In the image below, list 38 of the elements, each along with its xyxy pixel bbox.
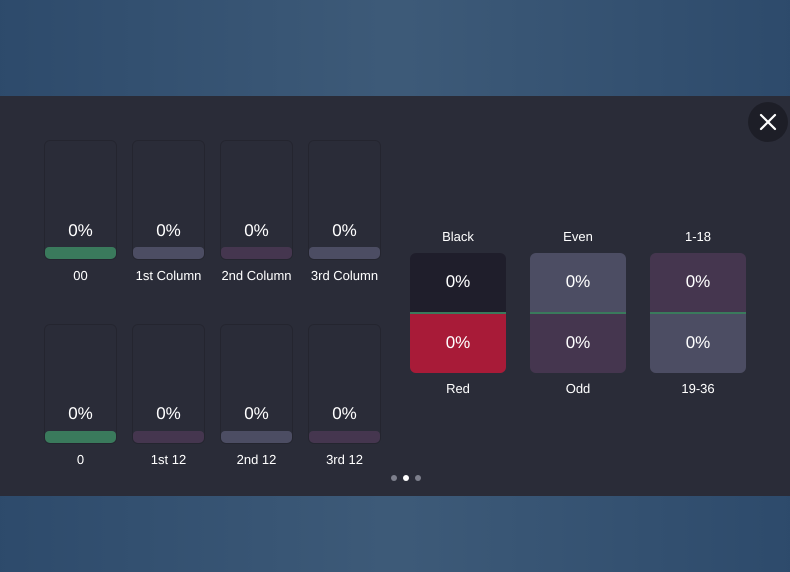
bet-label: 1st 12 [150,450,186,468]
percent-text: 0% [155,403,182,425]
bet-label: Black [442,228,474,246]
split-half[interactable]: 0% [410,314,506,372]
bet-label: 3rd 12 [326,450,363,468]
percent-text: 0% [243,403,270,425]
bet-label: 2nd 12 [236,450,276,468]
percent-text: 0% [243,220,270,242]
bet-card[interactable]: 0% [220,140,293,260]
bet-label: 1st Column [136,267,202,285]
bet-label: 1-18 [684,228,712,246]
split-half[interactable]: 0% [530,314,626,372]
bet-card[interactable]: 0% [132,140,205,260]
bet-label: 0 [76,450,84,468]
bet-card[interactable]: 0% [220,324,293,444]
bet-card[interactable]: 0% [44,324,117,444]
bet-label: Even [563,228,593,246]
bet-card[interactable]: 0% [44,140,117,260]
bet-label: 00 [73,267,88,285]
split-half[interactable]: 0% [530,252,626,314]
percent-text: 0% [67,220,94,242]
percent-text: 0% [155,220,182,242]
bet-label: 3rd Column [310,267,378,285]
bet-card[interactable]: 0% [308,324,381,444]
split-half[interactable]: 0% [650,314,746,372]
bet-label: Odd [566,380,590,398]
close-button[interactable] [748,102,788,142]
split-half[interactable]: 0% [410,252,506,314]
bet-label: 2nd Column [221,267,292,285]
bet-card[interactable]: 0% [132,324,205,444]
close-icon [759,113,777,131]
percent-text: 0% [331,403,358,425]
percent-text: 0% [67,403,94,425]
split-half[interactable]: 0% [650,252,746,314]
bet-card[interactable]: 0% [308,140,381,260]
percent-text: 0% [331,220,358,242]
bet-label: 19-36 [681,380,715,398]
bet-label: Red [446,380,470,398]
